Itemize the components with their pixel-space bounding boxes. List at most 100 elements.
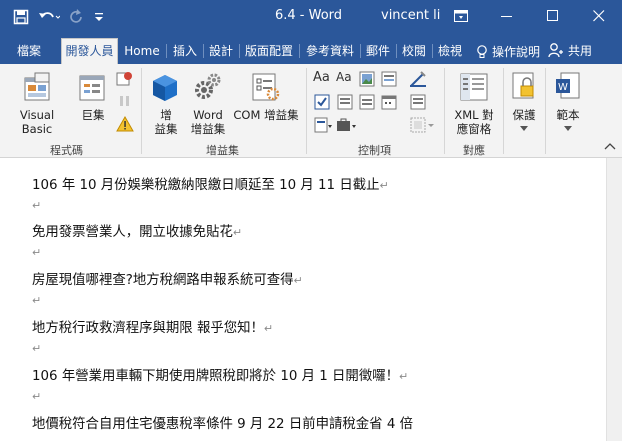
addins-button[interactable]: 增 益集 (146, 68, 186, 138)
share-person-icon (548, 43, 563, 58)
word-addins-button[interactable]: Word 增益集 (186, 68, 230, 138)
ribbon-display-options-icon[interactable] (438, 0, 484, 32)
macro-security-icon[interactable] (116, 116, 134, 132)
tell-me-box[interactable]: 操作說明 (471, 39, 545, 64)
minimize-icon[interactable] (484, 0, 530, 32)
ribbon-developer: Visual Basic 巨集 程式碼 增 益集 Word 增益集 COM 增益… (0, 64, 622, 158)
protect-button[interactable]: 保護 (506, 68, 542, 138)
record-macro-icon[interactable] (116, 72, 134, 88)
picture-control-icon[interactable] (359, 71, 375, 87)
lightbulb-icon (477, 44, 487, 58)
paragraph-mark: ↵ (293, 274, 303, 287)
save-icon[interactable] (8, 6, 34, 28)
addins-cube-icon (153, 75, 177, 101)
paragraph-6[interactable]: ↵ (32, 293, 41, 308)
tab-view[interactable]: 檢視 (433, 39, 467, 64)
paragraph-11[interactable]: 地價稅符合自用住宅優惠稅率條件 9 月 22 日前申請稅金省 4 倍 (32, 412, 413, 432)
tab-mailings[interactable]: 郵件 (361, 39, 395, 64)
protect-document-icon (512, 72, 534, 99)
date-picker-control-icon[interactable] (381, 94, 397, 110)
paragraph-10[interactable]: ↵ (32, 389, 41, 404)
share-label: 共用 (568, 43, 593, 58)
user-name[interactable]: vincent li (381, 8, 440, 23)
repeating-section-control-icon[interactable] (314, 117, 334, 133)
macros-label: 巨集 (81, 108, 105, 122)
customize-qat-icon[interactable] (90, 6, 108, 28)
vertical-scrollbar[interactable] (606, 158, 622, 441)
combo-box-control-icon[interactable] (337, 94, 353, 110)
properties-icon[interactable] (410, 94, 426, 110)
macros-button[interactable]: 巨集 (72, 68, 114, 138)
xml-mapping-pane-button[interactable]: XML 對 應窗格 (448, 68, 500, 138)
plain-text-control-icon[interactable]: Aa (336, 70, 356, 88)
tell-me-label: 操作說明 (491, 44, 540, 59)
group-controls-icon[interactable] (410, 117, 436, 133)
paragraph-4[interactable]: ↵ (32, 245, 41, 260)
paragraph-mark: ↵ (399, 370, 409, 383)
paragraph-mark: ↵ (32, 390, 42, 403)
svg-text:W: W (558, 82, 568, 93)
close-icon[interactable] (576, 0, 622, 32)
paragraph-1[interactable]: 106 年 10 月份娛樂稅繳納限繳日順延至 10 月 11 日截止↵ (32, 173, 389, 193)
collapse-ribbon-icon[interactable] (604, 142, 616, 150)
paragraph-mark: ↵ (232, 226, 243, 239)
maximize-icon[interactable] (530, 0, 576, 32)
share-button[interactable]: 共用 (548, 38, 592, 62)
word-addins-label-line1: Word (193, 108, 223, 122)
paragraph-mark: ↵ (32, 342, 42, 355)
undo-icon[interactable] (34, 6, 64, 28)
xml-label-line2: 應窗格 (456, 122, 492, 136)
checkbox-control-icon[interactable] (314, 94, 330, 110)
com-addins-button[interactable]: COM 增益集 (230, 68, 302, 138)
macros-icon (79, 75, 105, 101)
redo-icon[interactable] (64, 6, 90, 28)
paragraph-mark: ↵ (379, 179, 389, 192)
tab-design[interactable]: 設計 (204, 39, 238, 64)
tab-home[interactable]: Home (121, 39, 163, 64)
xml-mapping-icon (460, 73, 488, 101)
paragraph-3[interactable]: 免用發票營業人，開立收據免貼花↵ (32, 220, 242, 240)
paragraph-7[interactable]: 地方稅行政救濟程序與期限 報乎您知！↵ (32, 316, 273, 336)
paragraph-mark: ↵ (263, 322, 274, 335)
tab-insert[interactable]: 插入 (168, 39, 202, 64)
design-mode-icon[interactable] (409, 70, 427, 88)
paragraph-2[interactable]: ↵ (32, 198, 41, 213)
ribbon-tabs: 檔案 開發人員 Home 插入 設計 版面配置 參考資料 郵件 校閱 檢視 操作… (0, 34, 622, 65)
paragraph-mark: ↵ (32, 246, 42, 259)
document-page[interactable]: 106 年 10 月份娛樂稅繳納限繳日順延至 10 月 11 日截止↵ ↵ 免用… (0, 158, 622, 441)
paragraph-5[interactable]: 房屋現值哪裡查?地方稅網路申報系統可查得↵ (32, 268, 303, 288)
document-title: 6.4 - Word (275, 8, 343, 23)
pause-recording-icon[interactable] (116, 94, 134, 108)
com-addins-label: COM 增益集 (233, 108, 299, 122)
protect-dropdown-icon (520, 126, 528, 131)
tab-review[interactable]: 校閱 (397, 39, 431, 64)
addins-label-line1: 增 (160, 108, 172, 122)
document-template-icon: W (556, 72, 580, 99)
title-bar: 6.4 - Word vincent li (0, 0, 622, 34)
templates-button[interactable]: W 範本 (548, 68, 588, 138)
paragraph-9[interactable]: 106 年營業用車輛下期使用牌照稅即將於 10 月 1 日開徵囉！↵ (32, 364, 408, 384)
visual-basic-label: Visual Basic (19, 108, 55, 136)
visual-basic-icon (24, 72, 50, 101)
visual-basic-button[interactable]: Visual Basic (4, 68, 70, 138)
dropdown-list-control-icon[interactable] (359, 94, 375, 110)
com-addins-icon (252, 73, 280, 101)
protect-label: 保護 (512, 108, 536, 122)
paragraph-8[interactable]: ↵ (32, 341, 41, 356)
addins-group-label: 增益集 (206, 144, 239, 157)
templates-dropdown-icon (564, 126, 572, 131)
mapping-group-label: 對應 (463, 144, 485, 157)
tab-file[interactable]: 檔案 (8, 39, 50, 64)
tab-references[interactable]: 參考資料 (301, 39, 359, 64)
tab-layout[interactable]: 版面配置 (240, 39, 298, 64)
code-group-label: 程式碼 (50, 144, 83, 157)
quick-access-toolbar (8, 6, 108, 28)
xml-label-line1: XML 對 (454, 108, 494, 122)
legacy-tools-icon[interactable] (336, 117, 358, 133)
paragraph-mark: ↵ (32, 199, 42, 212)
word-addins-gear-icon (195, 73, 221, 99)
tab-developer[interactable]: 開發人員 (61, 38, 118, 65)
paragraph-mark: ↵ (32, 294, 42, 307)
building-block-control-icon[interactable] (381, 71, 397, 87)
controls-group-label: 控制項 (358, 144, 391, 157)
